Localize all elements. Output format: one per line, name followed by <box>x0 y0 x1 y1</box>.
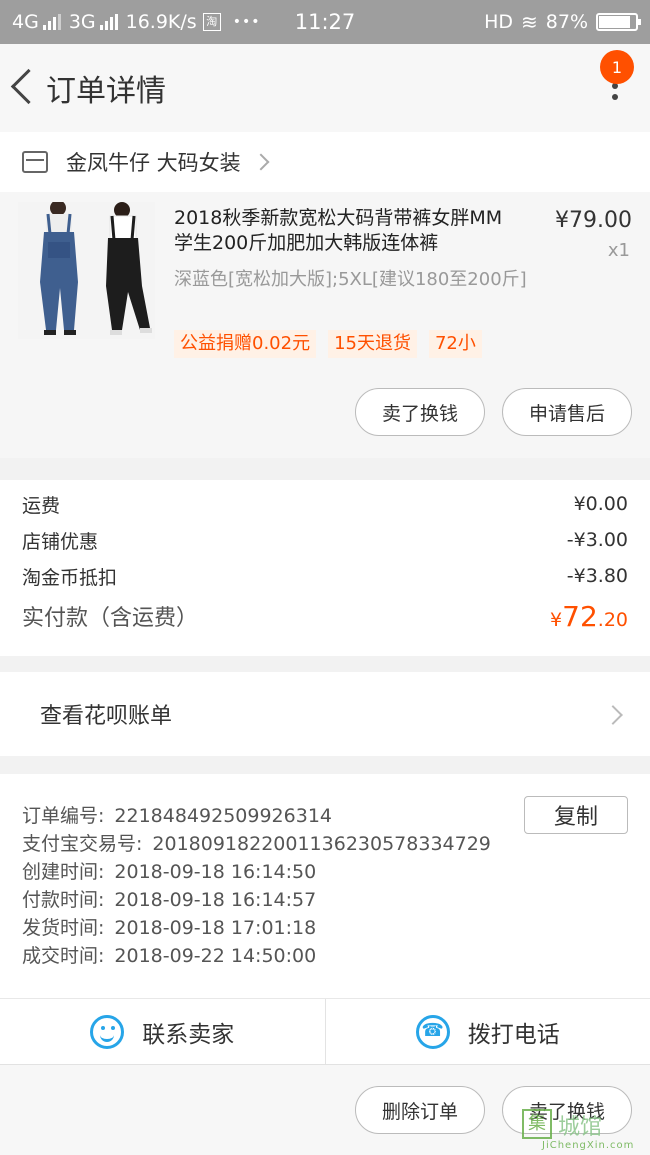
network-4g-label: 4G <box>12 11 39 33</box>
copy-button[interactable]: 复制 <box>524 796 628 834</box>
back-arrow-icon[interactable] <box>6 44 46 132</box>
shop-name: 金凤牛仔 大码女装 <box>66 151 241 175</box>
fee-row-coin-deduction: 淘金币抵扣 -¥3.80 <box>22 558 628 594</box>
product-quantity: x1 <box>607 240 630 261</box>
watermark-box: 集 <box>522 1109 552 1139</box>
fee-summary: 运费 ¥0.00 店铺优惠 -¥3.00 淘金币抵扣 -¥3.80 实付款（含运… <box>0 480 650 656</box>
product-price: ¥79.00 <box>555 208 632 233</box>
after-sale-button[interactable]: 申请售后 <box>502 388 632 436</box>
watermark-text: 城馆 <box>558 1115 603 1140</box>
signal-icon <box>42 14 61 30</box>
info-value: 2018-09-22 14:50:00 <box>114 945 317 967</box>
tag-72h: 72小 <box>428 330 482 358</box>
service-tags: 公益捐赠0.02元 15天退货 72小 <box>174 330 482 358</box>
product-card[interactable]: 2018秋季新款宽松大码背带裤女胖MM学生200斤加肥加大韩版连体裤 ¥79.0… <box>0 192 650 458</box>
contact-seller-label: 联系卖家 <box>142 1021 235 1048</box>
product-title[interactable]: 2018秋季新款宽松大码背带裤女胖MM学生200斤加肥加大韩版连体裤 <box>174 206 519 256</box>
info-value: 2018-09-18 16:14:50 <box>114 861 317 883</box>
notification-badge: 1 <box>600 50 634 84</box>
clock: 11:27 <box>294 10 356 34</box>
chat-icon <box>90 1014 125 1049</box>
info-value: 221848492509926314 <box>114 805 332 827</box>
tag-charity: 公益捐赠0.02元 <box>174 330 317 358</box>
battery-icon <box>596 13 641 31</box>
huabei-bill-row[interactable]: 查看花呗账单 <box>0 672 650 756</box>
contact-bar: 联系卖家 拨打电话 <box>0 998 650 1064</box>
fee-row-total: 实付款（含运费） ¥72.20 <box>22 594 628 638</box>
delete-order-button[interactable]: 删除订单 <box>355 1086 485 1134</box>
fee-label: 店铺优惠 <box>22 530 99 553</box>
info-value: 2018-09-18 16:14:57 <box>114 889 317 911</box>
info-key: 成交时间: <box>22 945 105 967</box>
fee-label: 淘金币抵扣 <box>22 566 118 589</box>
info-row-created: 创建时间: 2018-09-18 16:14:50 <box>22 858 628 886</box>
status-right: HD ≋ 87% <box>484 10 641 34</box>
huabei-label: 查看花呗账单 <box>40 704 173 729</box>
info-key: 订单编号: <box>22 805 105 827</box>
total-label: 实付款（含运费） <box>22 606 199 631</box>
call-phone-button[interactable]: 拨打电话 <box>326 999 650 1064</box>
watermark-logo: 集 城馆 JiChengXin.com <box>522 1107 642 1151</box>
nav-bar: 订单详情 1 <box>0 44 650 132</box>
fee-value: -¥3.00 <box>566 529 628 551</box>
page-title: 订单详情 <box>46 74 166 109</box>
watermark-url: JiChengXin.com <box>542 1140 635 1151</box>
info-row-alipay-number: 支付宝交易号: 2018091822001136230578334729 <box>22 830 628 858</box>
info-key: 发货时间: <box>22 917 105 939</box>
fee-label: 运费 <box>22 494 61 517</box>
total-integer: 72 <box>562 599 598 633</box>
phone-icon <box>415 1014 450 1049</box>
wifi-icon: ≋ <box>521 10 538 34</box>
fee-row-shop-discount: 店铺优惠 -¥3.00 <box>22 522 628 558</box>
hd-label: HD <box>484 11 513 33</box>
total-currency: ¥ <box>550 608 563 631</box>
chevron-right-icon <box>252 153 270 171</box>
bottom-action-bar: 删除订单 卖了换钱 集 城馆 JiChengXin.com <box>0 1064 650 1155</box>
product-image-graphic <box>18 202 155 339</box>
call-phone-label: 拨打电话 <box>467 1021 560 1048</box>
chevron-right-icon <box>603 705 623 725</box>
info-row-paid: 付款时间: 2018-09-18 16:14:57 <box>22 886 628 914</box>
contact-seller-button[interactable]: 联系卖家 <box>0 999 326 1064</box>
status-left: 4G 3G 16.9K/s 淘 ••• <box>12 11 484 33</box>
battery-percent: 87% <box>545 11 588 33</box>
fee-value: ¥0.00 <box>573 493 628 515</box>
more-notifications-icon: ••• <box>232 14 261 30</box>
order-info: 复制 订单编号: 221848492509926314 支付宝交易号: 2018… <box>0 774 650 998</box>
status-bar: 4G 3G 16.9K/s 淘 ••• 11:27 HD ≋ 87% <box>0 0 650 44</box>
fee-value: -¥3.80 <box>566 565 628 587</box>
info-key: 支付宝交易号: <box>22 833 143 855</box>
taobao-app-icon: 淘 <box>202 13 221 31</box>
info-value: 2018-09-18 17:01:18 <box>114 917 317 939</box>
signal-icon-2 <box>99 14 118 30</box>
info-row-completed: 成交时间: 2018-09-22 14:50:00 <box>22 942 628 970</box>
network-3g-label: 3G <box>68 11 96 33</box>
product-sku: 深蓝色[宽松加大版];5XL[建议180至200斤] <box>174 269 527 290</box>
total-value: ¥72.20 <box>550 600 628 633</box>
network-speed: 16.9K/s <box>125 11 197 33</box>
tag-return: 15天退货 <box>328 330 417 358</box>
shop-row[interactable]: 金凤牛仔 大码女装 <box>0 132 650 192</box>
sell-button[interactable]: 卖了换钱 <box>355 388 485 436</box>
shop-icon <box>22 151 48 173</box>
info-key: 付款时间: <box>22 889 105 911</box>
product-image[interactable] <box>18 202 155 339</box>
info-row-shipped: 发货时间: 2018-09-18 17:01:18 <box>22 914 628 942</box>
battery-fill <box>599 16 631 28</box>
info-value: 2018091822001136230578334729 <box>152 833 491 855</box>
total-decimal: .20 <box>597 608 628 631</box>
info-key: 创建时间: <box>22 861 105 883</box>
fee-row-shipping: 运费 ¥0.00 <box>22 486 628 522</box>
